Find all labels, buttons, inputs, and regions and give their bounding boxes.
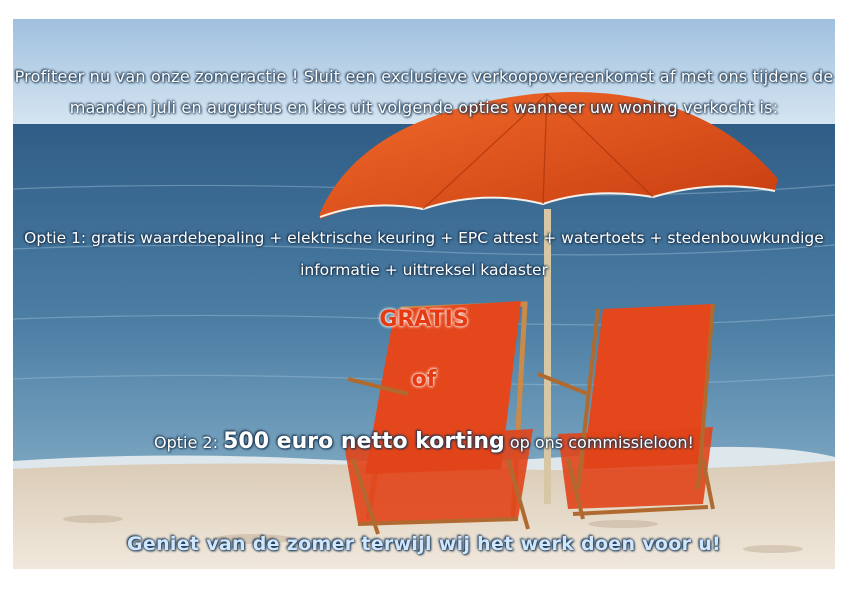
promo-intro-text: Profiteer nu van onze zomeractie ! Sluit… bbox=[14, 67, 834, 117]
option-2-suffix: op ons commissieloon! bbox=[509, 433, 694, 452]
option-2-prefix: Optie 2: bbox=[154, 433, 218, 452]
gratis-label: GRATIS bbox=[379, 307, 469, 332]
option-1-text: Optie 1: gratis waardebepaling + elektri… bbox=[24, 229, 824, 279]
closing-slogan: Geniet van de zomer terwijl wij het werk… bbox=[127, 533, 721, 555]
promo-poster: Profiteer nu van onze zomeractie ! Sluit… bbox=[13, 19, 835, 569]
or-label: of bbox=[411, 367, 437, 392]
option-2-text: Optie 2: 500 euro netto korting op ons c… bbox=[13, 427, 835, 458]
option-2-highlight: 500 euro netto korting bbox=[223, 429, 505, 454]
